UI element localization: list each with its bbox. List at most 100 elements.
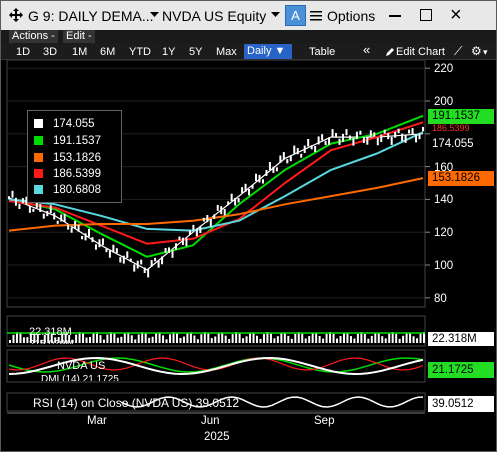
price-bar (74, 220, 77, 229)
volume-bar (75, 334, 78, 343)
price-bar (265, 169, 268, 176)
volume-bar (332, 333, 335, 343)
price-bar (39, 204, 42, 213)
price-bar (261, 179, 264, 184)
volume-bar (322, 338, 325, 343)
price-bar (202, 217, 205, 222)
table-button[interactable]: Table (309, 45, 335, 59)
period-1d[interactable]: 1D (16, 45, 30, 59)
volume-bar (283, 332, 286, 343)
price-bar (380, 134, 383, 143)
price-bar (422, 126, 424, 132)
price-bar (147, 269, 150, 278)
volume-bar (224, 335, 227, 343)
price-bar (335, 133, 338, 138)
price-bar (181, 237, 184, 245)
pencil-icon[interactable] (385, 47, 395, 57)
volume-bar (9, 340, 11, 343)
price-bar (397, 128, 400, 134)
price-bar (255, 173, 258, 182)
options-menu[interactable]: Options (327, 8, 375, 24)
price-bar (192, 224, 195, 231)
volume-bar (182, 336, 185, 343)
price-bar (310, 145, 313, 150)
price-bar (394, 131, 397, 138)
volume-bar (276, 336, 279, 343)
volume-bar (217, 332, 220, 343)
period-5y[interactable]: 5Y (189, 45, 202, 59)
period-1y[interactable]: 1Y (162, 45, 175, 59)
price-bar (404, 135, 407, 143)
price-bar (227, 201, 230, 206)
dmi-sub-label: DMI (14) 21.1725 (41, 374, 119, 381)
price-bar (418, 133, 421, 140)
ruler-icon[interactable]: ⟋ (454, 44, 462, 58)
volume-bar (214, 336, 217, 343)
price-bar (272, 166, 275, 173)
period-3d[interactable]: 3D (43, 45, 57, 59)
a-button[interactable]: A (285, 5, 306, 26)
price-bar (359, 130, 362, 135)
legend-value: 186.5399 (53, 168, 101, 180)
edit-chart-button[interactable]: Edit Chart (396, 45, 445, 59)
minimize-icon[interactable] (389, 15, 401, 17)
price-bar (77, 224, 80, 232)
volume-bar (273, 338, 276, 343)
volume-bar (402, 335, 405, 343)
price-bar (105, 248, 108, 253)
period-6m[interactable]: 6M (100, 45, 115, 59)
legend-value: 174.055 (53, 118, 95, 130)
price-bar (28, 205, 31, 213)
chevron-down-icon[interactable]: ▾ (483, 45, 488, 59)
window-label[interactable]: G 9: DAILY DEMA... (28, 8, 154, 24)
price-bar (161, 256, 164, 265)
actions-menu[interactable]: Actions - (9, 30, 58, 43)
period-1m[interactable]: 1M (72, 45, 87, 59)
legend-item-orange-ma: 153.1826 (34, 152, 101, 164)
price-bar (119, 257, 122, 263)
volume-bar (384, 338, 387, 343)
price-bar (188, 230, 191, 235)
volume-bar (256, 335, 259, 343)
volume-bar (405, 332, 408, 343)
volume-bar (155, 332, 158, 343)
volume-bar (377, 332, 380, 343)
security-field[interactable]: NVDA US Equity (162, 8, 266, 24)
price-bar (195, 228, 198, 237)
maximize-icon[interactable] (420, 9, 432, 21)
volume-bar (19, 333, 22, 343)
legend-box[interactable]: 174.055 191.1537 153.1826 186.5399 180.6… (27, 110, 122, 203)
menu-bar: Actions - Edit - (1, 30, 496, 43)
period-max[interactable]: Max (216, 45, 237, 59)
period-ytd[interactable]: YTD (129, 45, 151, 59)
hamburger-menu-icon[interactable] (310, 10, 322, 21)
legend-swatch (34, 119, 43, 128)
volume-bar (342, 332, 345, 343)
y-tick-label: 220 (434, 63, 454, 75)
volume-bar (123, 332, 126, 343)
volume-bar (158, 332, 161, 343)
chevron-down-icon[interactable] (150, 10, 159, 19)
red-ma-value-tag: 186.5399 (428, 124, 494, 133)
legend-item-cyan-ma: 180.6808 (34, 184, 101, 196)
volume-bar (95, 332, 98, 343)
volume-bar (89, 336, 92, 343)
frequency-dropdown[interactable]: Daily ▼ (244, 44, 292, 59)
move-icon[interactable] (8, 7, 24, 23)
volume-bar (363, 333, 366, 343)
gear-icon[interactable]: ⚙ (471, 44, 482, 58)
volume-label: 22.318M (29, 326, 72, 338)
period-toolbar: 1D 3D 1M 6M YTD 1Y 5Y Max Daily ▼ Table … (1, 43, 496, 60)
volume-bar (116, 337, 119, 343)
chevron-down-icon[interactable] (271, 10, 280, 19)
volume-axis-value: 22.318M (428, 332, 494, 346)
close-icon[interactable]: × (450, 5, 466, 25)
price-bar (49, 205, 52, 214)
edit-menu[interactable]: Edit - (63, 30, 95, 43)
y-tick-label: 80 (434, 293, 447, 305)
volume-bar (245, 336, 248, 343)
volume-bar (169, 334, 172, 343)
collapse-icon[interactable]: « (363, 43, 370, 57)
price-bar (234, 197, 237, 206)
volume-bar (130, 335, 133, 343)
